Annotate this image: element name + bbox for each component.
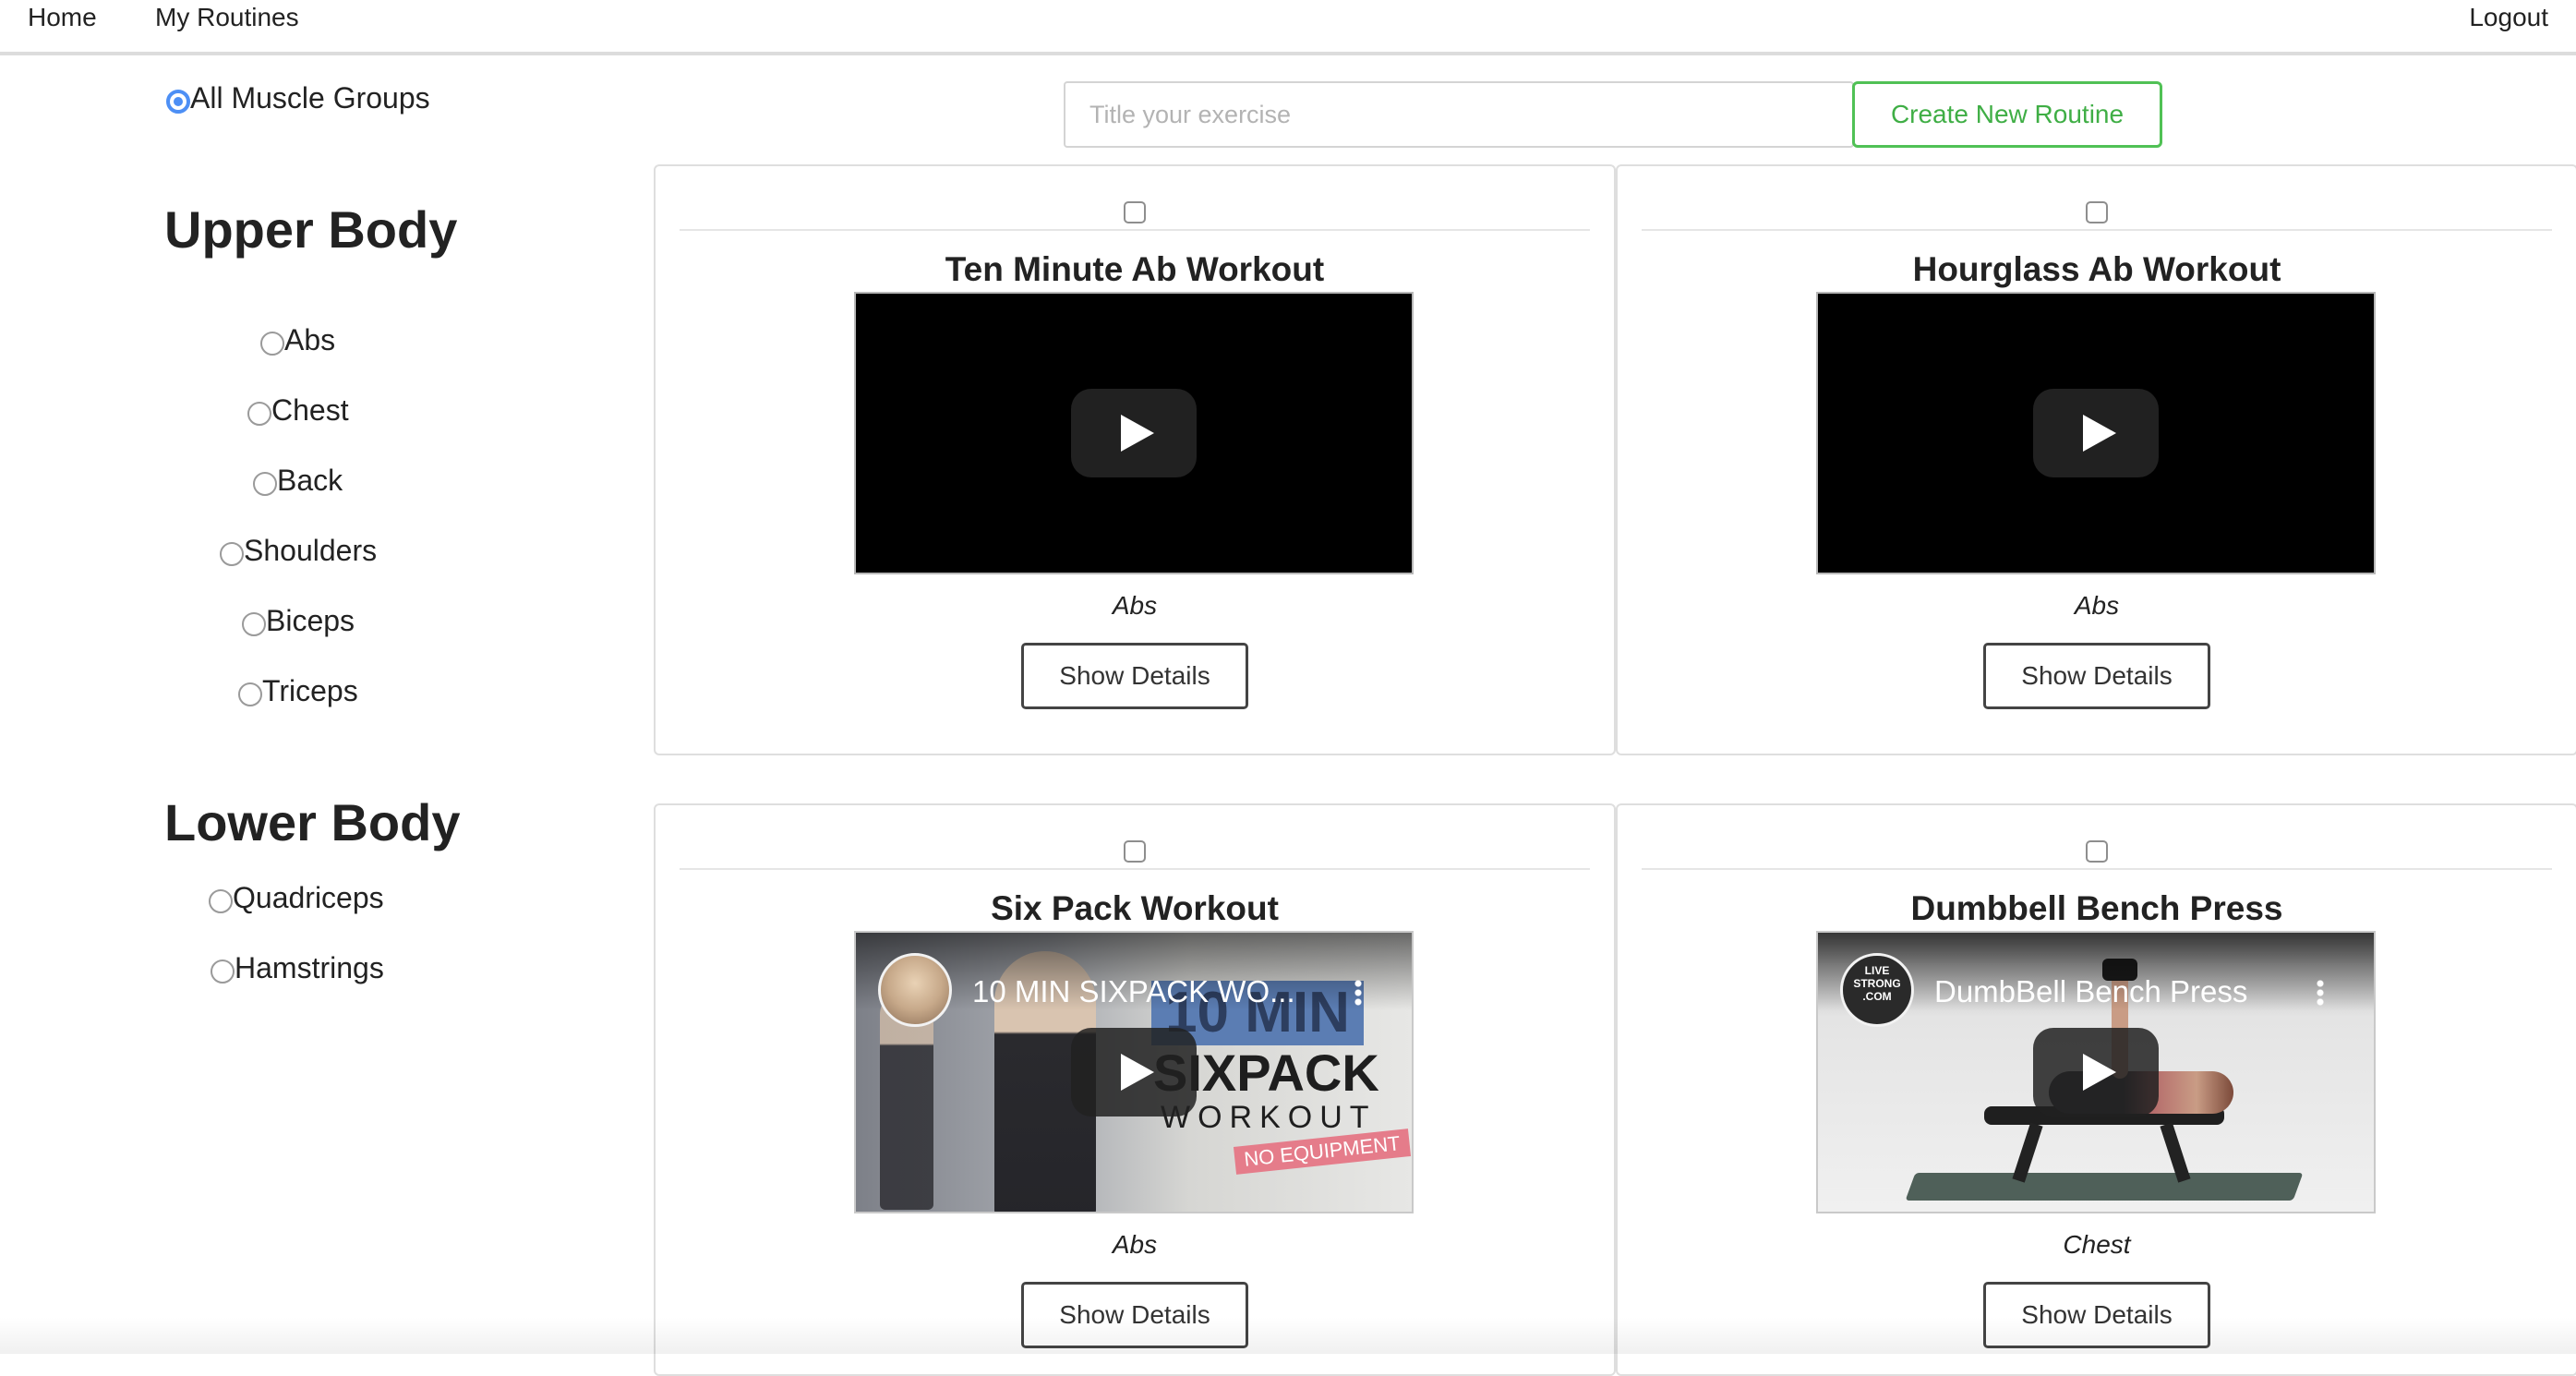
upper-body-heading: Upper Body [164,200,458,259]
kebab-menu-icon[interactable] [2317,979,2324,1007]
play-icon[interactable] [1071,1028,1197,1116]
play-icon[interactable] [2033,1028,2159,1116]
filter-label: Back [277,464,343,497]
play-icon[interactable] [2033,389,2159,477]
nav-my-routines-link[interactable]: My Routines [155,0,299,35]
show-details-button[interactable]: Show Details [1983,1282,2210,1348]
nav-home-link[interactable]: Home [28,0,97,35]
select-exercise-checkbox[interactable] [2086,201,2108,223]
divider [680,229,1590,231]
exercise-category: Abs [1112,591,1158,620]
filter-label: Chest [271,393,349,427]
exercise-card: Six Pack Workout 10 MIN SIXPACK WORKOUT … [654,803,1616,1376]
filter-back[interactable]: Back [253,462,343,499]
radio-icon[interactable] [209,889,233,913]
exercise-title: Ten Minute Ab Workout [945,250,1325,288]
radio-icon[interactable] [238,682,262,706]
radio-icon[interactable] [253,472,277,496]
exercise-category: Abs [2074,591,2120,620]
video-player[interactable]: LIVE STRONG .COM DumbBell Bench Press [1816,931,2376,1213]
top-navigation: Home My Routines Logout [0,0,2576,55]
video-player[interactable] [1816,292,2376,574]
thumbnail-tag: NO EQUIPMENT [1233,1129,1411,1175]
exercise-title: Six Pack Workout [991,889,1279,927]
filter-all-muscle-groups[interactable]: All Muscle Groups [166,79,430,116]
select-exercise-checkbox[interactable] [1124,201,1146,223]
exercise-title-input[interactable] [1064,81,1854,148]
video-title[interactable]: DumbBell Bench Press [1934,973,2247,1010]
thumbnail-mat [1905,1173,2304,1201]
select-exercise-checkbox[interactable] [2086,840,2108,863]
filter-label: Quadriceps [233,881,384,914]
create-new-routine-button[interactable]: Create New Routine [1852,81,2162,148]
show-details-button[interactable]: Show Details [1021,643,1248,709]
filter-biceps[interactable]: Biceps [242,602,355,639]
filter-label: Shoulders [244,534,378,567]
filter-triceps[interactable]: Triceps [238,672,358,709]
exercise-category: Abs [1112,1230,1158,1259]
show-details-button[interactable]: Show Details [1021,1282,1248,1348]
exercise-card: Hourglass Ab Workout Abs Show Details [1616,164,2576,755]
exercise-category: Chest [2063,1230,2131,1259]
filter-label: Biceps [266,604,355,637]
kebab-menu-icon[interactable] [1354,979,1362,1007]
channel-avatar[interactable] [878,953,952,1027]
radio-icon[interactable] [247,402,271,426]
radio-icon[interactable] [260,332,284,356]
filter-abs[interactable]: Abs [260,321,335,358]
divider [1642,229,2552,231]
play-icon[interactable] [1071,389,1197,477]
select-exercise-checkbox[interactable] [1124,840,1146,863]
radio-selected-icon[interactable] [166,90,190,114]
channel-logo-text: LIVE STRONG .COM [1853,964,1901,1003]
filter-quadriceps[interactable]: Quadriceps [209,879,384,916]
video-title[interactable]: 10 MIN SIXPACK WO... [972,973,1295,1010]
video-player[interactable]: 10 MIN SIXPACK WORKOUT NO EQUIPMENT 10 M… [854,931,1414,1213]
exercise-title: Dumbbell Bench Press [1910,889,2283,927]
filter-label: Abs [284,323,336,356]
filter-shoulders[interactable]: Shoulders [220,532,377,569]
exercise-card: Ten Minute Ab Workout Abs Show Details [654,164,1616,755]
radio-icon[interactable] [211,960,235,984]
filter-chest[interactable]: Chest [247,392,349,428]
filter-label: All Muscle Groups [190,81,430,115]
radio-icon[interactable] [242,612,266,636]
filter-label: Triceps [262,674,358,707]
nav-logout-link[interactable]: Logout [2469,0,2548,35]
lower-body-heading: Lower Body [164,793,461,851]
show-details-button[interactable]: Show Details [1983,643,2210,709]
filter-hamstrings[interactable]: Hamstrings [211,949,384,986]
exercise-card: Dumbbell Bench Press LIVE STRONG .COM Du… [1616,803,2576,1376]
divider [680,868,1590,870]
filter-label: Hamstrings [235,951,384,984]
video-player[interactable] [854,292,1414,574]
divider [1642,868,2552,870]
exercise-title: Hourglass Ab Workout [1912,250,2281,288]
radio-icon[interactable] [220,542,244,566]
